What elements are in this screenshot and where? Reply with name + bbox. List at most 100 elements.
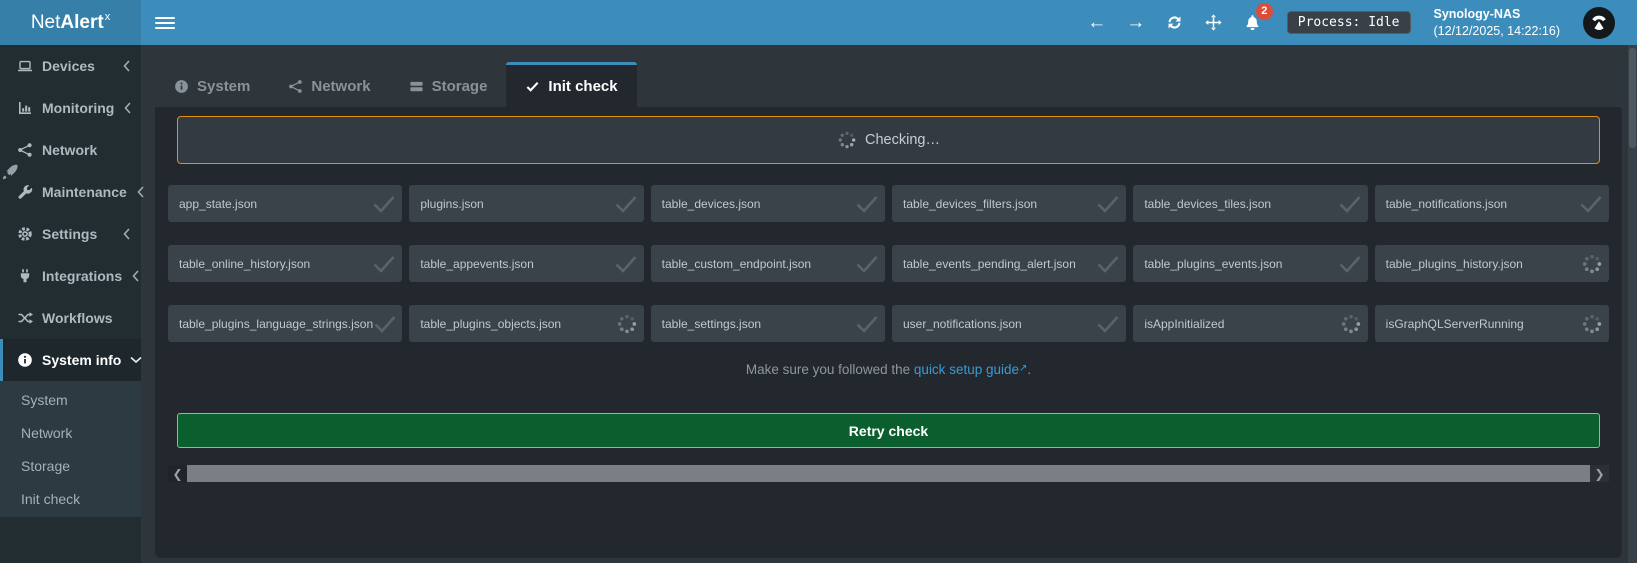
init-check-tile: table_online_history.json <box>168 245 402 282</box>
sidebar: Devices Monitoring Network Maintenance S… <box>0 45 141 563</box>
check-icon <box>372 254 396 274</box>
tile-label: table_devices_filters.json <box>903 197 1037 211</box>
notification-count-badge: 2 <box>1256 3 1273 20</box>
user-avatar[interactable] <box>1583 7 1615 39</box>
bell-icon[interactable]: 2 <box>1242 12 1264 34</box>
scroll-right-arrow[interactable]: ❯ <box>1590 465 1609 482</box>
init-check-tile: table_devices.json <box>651 185 885 222</box>
sidebar-item-workflows[interactable]: Workflows <box>0 297 141 339</box>
spinner-icon <box>616 313 638 335</box>
tile-label: user_notifications.json <box>903 317 1022 331</box>
process-status-badge: Process: Idle <box>1287 11 1411 34</box>
tile-label: table_settings.json <box>662 317 761 331</box>
scrollbar-thumb[interactable] <box>187 465 1590 482</box>
check-icon <box>614 254 638 274</box>
host-info: Synology-NAS (12/12/2025, 14:22:16) <box>1434 6 1561 39</box>
sidebar-item-label: Workflows <box>42 310 131 326</box>
chevron-left-icon <box>123 102 132 114</box>
check-icon <box>855 194 879 214</box>
tab-init-check[interactable]: Init check <box>506 62 636 107</box>
logo-sup-x: x <box>105 11 111 23</box>
arrow-right-icon[interactable]: → <box>1125 12 1147 34</box>
submenu-item-init-check[interactable]: Init check <box>0 482 141 515</box>
sidebar-item-label: Integrations <box>42 268 122 284</box>
sidebar-item-label: Devices <box>42 58 113 74</box>
sidebar-item-label: System info <box>42 352 121 368</box>
chevron-left-icon <box>122 228 131 240</box>
top-navbar: NetAlertx ← → 2 Process: Idle Synolo <box>0 0 1637 45</box>
system-info-submenu: System Network Storage Init check <box>0 381 141 517</box>
plug-icon <box>16 268 33 284</box>
check-icon <box>1338 254 1362 274</box>
spinner-icon <box>837 130 857 150</box>
init-check-tile: table_settings.json <box>651 305 885 342</box>
tile-label: table_plugins_history.json <box>1386 257 1523 271</box>
external-link-icon: ↗ <box>1019 363 1027 374</box>
scroll-left-arrow[interactable]: ❮ <box>168 465 187 482</box>
sidebar-item-monitoring[interactable]: Monitoring <box>0 87 141 129</box>
tile-label: table_appevents.json <box>420 257 533 271</box>
tile-label: table_custom_endpoint.json <box>662 257 811 271</box>
sidebar-item-maintenance[interactable]: Maintenance <box>0 171 141 213</box>
hint-suffix: . <box>1027 362 1031 377</box>
logo-text-alert: Alert <box>60 12 103 34</box>
sidebar-item-label: Network <box>42 142 131 158</box>
sidebar-item-network[interactable]: Network <box>0 129 141 171</box>
init-check-tile: table_plugins_objects.json <box>409 305 643 342</box>
server-icon <box>409 79 424 94</box>
submenu-item-system[interactable]: System <box>0 383 141 416</box>
tab-label: Storage <box>432 78 488 95</box>
tab-network[interactable]: Network <box>269 62 389 107</box>
arrow-left-icon[interactable]: ← <box>1086 12 1108 34</box>
submenu-item-network[interactable]: Network <box>0 416 141 449</box>
menu-icon[interactable] <box>155 0 175 45</box>
network-icon <box>288 79 303 94</box>
tab-bar: System Network Storage Init check <box>155 62 637 107</box>
vertical-scrollbar-thumb[interactable] <box>1629 48 1636 148</box>
app-logo[interactable]: NetAlertx <box>0 0 141 45</box>
check-icon <box>1096 254 1120 274</box>
init-check-tile: table_events_pending_alert.json <box>892 245 1126 282</box>
tile-label: isGraphQLServerRunning <box>1386 317 1524 331</box>
sidebar-item-system-info[interactable]: System info <box>0 339 141 381</box>
rocket-icon <box>1 163 19 181</box>
move-icon[interactable] <box>1203 12 1225 34</box>
check-icon <box>1096 194 1120 214</box>
vertical-scrollbar <box>1628 45 1637 563</box>
check-icon <box>1579 194 1603 214</box>
init-check-tile: plugins.json <box>409 185 643 222</box>
init-check-tile: table_plugins_history.json <box>1375 245 1609 282</box>
check-icon <box>525 79 540 94</box>
tab-system[interactable]: System <box>155 62 269 107</box>
quick-setup-guide-link[interactable]: quick setup guide <box>914 362 1019 377</box>
setup-hint: Make sure you followed the quick setup g… <box>168 361 1609 380</box>
refresh-icon[interactable] <box>1164 12 1186 34</box>
check-icon <box>1096 314 1120 334</box>
retry-check-button[interactable]: Retry check <box>177 413 1600 448</box>
host-datetime: (12/12/2025, 14:22:16) <box>1434 23 1561 39</box>
sidebar-item-devices[interactable]: Devices <box>0 45 141 87</box>
spinner-icon <box>1581 253 1603 275</box>
init-check-tile: isGraphQLServerRunning <box>1375 305 1609 342</box>
tab-storage[interactable]: Storage <box>390 62 507 107</box>
content-area: System Network Storage Init check Checki… <box>141 45 1637 563</box>
logo-text-net: Net <box>31 12 61 34</box>
gear-icon <box>16 226 33 242</box>
wrench-icon <box>16 184 33 200</box>
sidebar-item-label: Settings <box>42 226 113 242</box>
hint-text: Make sure you followed the <box>746 362 914 377</box>
submenu-item-storage[interactable]: Storage <box>0 449 141 482</box>
shuffle-icon <box>16 310 33 326</box>
sidebar-item-settings[interactable]: Settings <box>0 213 141 255</box>
sidebar-item-integrations[interactable]: Integrations <box>0 255 141 297</box>
tile-label: plugins.json <box>420 197 483 211</box>
sidebar-item-label: Maintenance <box>42 184 127 200</box>
tile-label: table_devices_tiles.json <box>1144 197 1271 211</box>
tab-label: Init check <box>548 78 617 95</box>
laptop-icon <box>16 58 33 74</box>
info-icon <box>174 79 189 94</box>
chevron-left-icon <box>122 60 131 72</box>
tile-label: table_online_history.json <box>179 257 310 271</box>
check-icon <box>855 254 879 274</box>
init-check-tile: table_notifications.json <box>1375 185 1609 222</box>
